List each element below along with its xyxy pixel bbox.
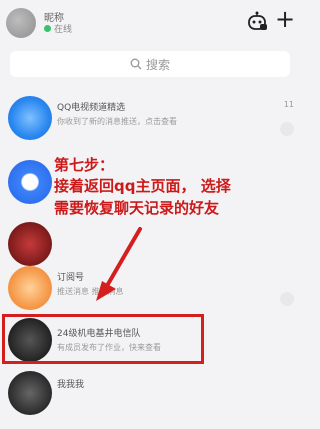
chat-name: QQ电视频道精选 xyxy=(57,103,126,113)
chat-name: 订阅号 xyxy=(57,273,85,283)
search-bar[interactable]: 搜索 xyxy=(10,51,290,77)
annotation-line: 接着返回qq主页面， 选择 xyxy=(54,177,231,195)
chat-name: 我我我 xyxy=(57,380,85,390)
chat-avatar xyxy=(8,96,52,140)
chat-badge xyxy=(280,122,294,136)
chat-badge xyxy=(280,292,294,306)
selection-highlight-box xyxy=(2,314,204,364)
annotation-line: 需要恢复聊天记录的好友 xyxy=(54,199,220,217)
chat-avatar xyxy=(8,266,52,310)
search-placeholder: 搜索 xyxy=(145,57,170,72)
status-label[interactable]: 在线 xyxy=(54,22,72,35)
chat-row[interactable]: 我我我 xyxy=(0,365,300,429)
annotation-step: 第七步： xyxy=(54,156,115,174)
robot-assistant-icon[interactable] xyxy=(246,10,268,32)
chat-avatar xyxy=(8,371,52,415)
annotation-arrow-icon xyxy=(96,227,142,301)
chat-time: 11 xyxy=(283,100,294,109)
chat-row[interactable]: QQ电视频道精选 你收到了新的消息推送，点击查看 11 xyxy=(0,86,300,150)
chat-preview: 你收到了新的消息推送，点击查看 xyxy=(57,117,177,126)
search-icon xyxy=(130,58,142,70)
top-header: 昵称 在线 + xyxy=(0,0,300,44)
chat-avatar xyxy=(8,160,52,204)
online-status-icon xyxy=(44,25,51,32)
user-avatar[interactable] xyxy=(6,8,36,38)
add-plus-icon[interactable]: + xyxy=(274,7,296,32)
tutorial-annotation: 第七步： 接着返回qq主页面， 选择 需要恢复聊天记录的好友 xyxy=(54,155,231,219)
